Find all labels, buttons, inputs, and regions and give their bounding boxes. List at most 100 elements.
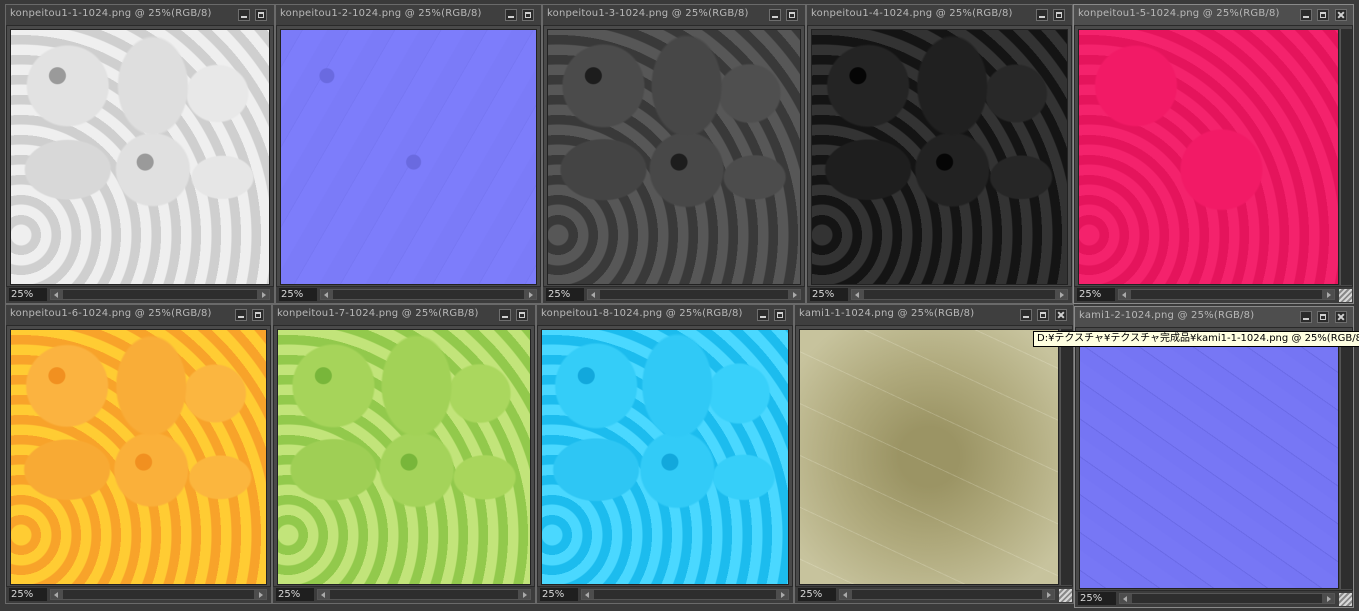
image-canvas[interactable]: [1078, 29, 1339, 285]
title-bar[interactable]: konpeitou1-7-1024.png @ 25%(RGB/8): [273, 305, 535, 326]
minimize-icon[interactable]: [1020, 309, 1032, 321]
resize-grip-icon[interactable]: [1339, 289, 1352, 302]
maximize-icon[interactable]: [522, 9, 534, 21]
maximize-icon[interactable]: [1053, 9, 1065, 21]
maximize-icon[interactable]: [516, 309, 528, 321]
document-window-8[interactable]: konpeitou1-8-1024.png @ 25%(RGB/8) 25%: [536, 304, 794, 604]
vertical-scrollbar[interactable]: [1340, 29, 1352, 285]
scroll-left-icon[interactable]: [1119, 290, 1131, 299]
horizontal-scrollbar[interactable]: [50, 589, 267, 600]
horizontal-scrollbar[interactable]: [587, 289, 801, 300]
title-bar[interactable]: konpeitou1-3-1024.png @ 25%(RGB/8): [543, 5, 805, 26]
scroll-left-icon[interactable]: [852, 290, 864, 299]
image-canvas[interactable]: [799, 329, 1059, 585]
scroll-left-icon[interactable]: [1120, 594, 1132, 603]
scroll-right-icon[interactable]: [518, 590, 530, 599]
horizontal-scrollbar[interactable]: [581, 589, 789, 600]
title-bar[interactable]: kami1-1-1024.png @ 25%(RGB/8): [795, 305, 1073, 326]
vertical-scrollbar[interactable]: [1060, 329, 1072, 585]
image-canvas[interactable]: [280, 29, 537, 285]
scroll-right-icon[interactable]: [776, 590, 788, 599]
maximize-icon[interactable]: [786, 9, 798, 21]
image-canvas[interactable]: [811, 29, 1068, 285]
horizontal-scrollbar[interactable]: [50, 289, 270, 300]
image-canvas[interactable]: [10, 329, 267, 585]
minimize-icon[interactable]: [757, 309, 769, 321]
zoom-field[interactable]: 25%: [1078, 592, 1116, 605]
minimize-icon[interactable]: [505, 9, 517, 21]
horizontal-scrollbar[interactable]: [1118, 289, 1335, 300]
zoom-field[interactable]: 25%: [276, 588, 314, 601]
image-canvas[interactable]: [541, 329, 789, 585]
title-bar[interactable]: konpeitou1-1-1024.png @ 25%(RGB/8): [6, 5, 274, 26]
document-window-5[interactable]: konpeitou1-5-1024.png @ 25%(RGB/8) 25%: [1073, 4, 1354, 304]
zoom-field[interactable]: 25%: [798, 588, 836, 601]
scroll-left-icon[interactable]: [51, 590, 63, 599]
minimize-icon[interactable]: [769, 9, 781, 21]
maximize-icon[interactable]: [1037, 309, 1049, 321]
minimize-icon[interactable]: [499, 309, 511, 321]
scroll-left-icon[interactable]: [318, 590, 330, 599]
scroll-left-icon[interactable]: [51, 290, 63, 299]
maximize-icon[interactable]: [252, 309, 264, 321]
resize-grip-icon[interactable]: [1339, 593, 1352, 606]
document-window-3[interactable]: konpeitou1-3-1024.png @ 25%(RGB/8) 25%: [542, 4, 806, 304]
close-icon[interactable]: [1335, 9, 1347, 21]
zoom-field[interactable]: 25%: [279, 288, 317, 301]
document-window-6[interactable]: konpeitou1-6-1024.png @ 25%(RGB/8) 25%: [5, 304, 272, 604]
image-canvas[interactable]: [277, 329, 531, 585]
zoom-field[interactable]: 25%: [540, 588, 578, 601]
close-icon[interactable]: [1335, 311, 1347, 323]
minimize-icon[interactable]: [235, 309, 247, 321]
document-window-7[interactable]: konpeitou1-7-1024.png @ 25%(RGB/8) 25%: [272, 304, 536, 604]
scroll-right-icon[interactable]: [1042, 590, 1054, 599]
scroll-left-icon[interactable]: [588, 290, 600, 299]
zoom-field[interactable]: 25%: [9, 588, 47, 601]
horizontal-scrollbar[interactable]: [320, 289, 537, 300]
minimize-icon[interactable]: [1036, 9, 1048, 21]
minimize-icon[interactable]: [1300, 9, 1312, 21]
title-bar[interactable]: kami1-2-1024.png @ 25%(RGB/8): [1075, 307, 1353, 328]
maximize-icon[interactable]: [1317, 9, 1329, 21]
scroll-right-icon[interactable]: [254, 590, 266, 599]
document-window-2[interactable]: konpeitou1-2-1024.png @ 25%(RGB/8) 25%: [275, 4, 542, 304]
window-title: konpeitou1-6-1024.png @ 25%(RGB/8): [10, 308, 212, 319]
scroll-left-icon[interactable]: [582, 590, 594, 599]
image-canvas[interactable]: [1079, 331, 1339, 589]
vertical-scrollbar[interactable]: [1340, 331, 1352, 589]
scroll-left-icon[interactable]: [840, 590, 852, 599]
zoom-field[interactable]: 25%: [810, 288, 848, 301]
title-bar[interactable]: konpeitou1-4-1024.png @ 25%(RGB/8): [807, 5, 1072, 26]
resize-grip-icon[interactable]: [1059, 589, 1072, 602]
title-bar[interactable]: konpeitou1-2-1024.png @ 25%(RGB/8): [276, 5, 541, 26]
image-canvas[interactable]: [10, 29, 270, 285]
title-bar[interactable]: konpeitou1-8-1024.png @ 25%(RGB/8): [537, 305, 793, 326]
scroll-left-icon[interactable]: [321, 290, 333, 299]
document-window-9[interactable]: kami1-1-1024.png @ 25%(RGB/8) 25%: [794, 304, 1074, 604]
close-icon[interactable]: [1055, 309, 1067, 321]
scroll-right-icon[interactable]: [1055, 290, 1067, 299]
document-window-10[interactable]: kami1-2-1024.png @ 25%(RGB/8) 25%: [1074, 306, 1354, 608]
minimize-icon[interactable]: [238, 9, 250, 21]
document-window-1[interactable]: konpeitou1-1-1024.png @ 25%(RGB/8) 25%: [5, 4, 275, 304]
horizontal-scrollbar[interactable]: [851, 289, 1068, 300]
maximize-icon[interactable]: [255, 9, 267, 21]
zoom-field[interactable]: 25%: [1077, 288, 1115, 301]
title-bar[interactable]: konpeitou1-6-1024.png @ 25%(RGB/8): [6, 305, 271, 326]
scroll-right-icon[interactable]: [1322, 594, 1334, 603]
scroll-right-icon[interactable]: [1322, 290, 1334, 299]
maximize-icon[interactable]: [774, 309, 786, 321]
horizontal-scrollbar[interactable]: [1119, 593, 1335, 604]
minimize-icon[interactable]: [1300, 311, 1312, 323]
zoom-field[interactable]: 25%: [9, 288, 47, 301]
document-window-4[interactable]: konpeitou1-4-1024.png @ 25%(RGB/8) 25%: [806, 4, 1073, 304]
scroll-right-icon[interactable]: [524, 290, 536, 299]
scroll-right-icon[interactable]: [257, 290, 269, 299]
zoom-field[interactable]: 25%: [546, 288, 584, 301]
horizontal-scrollbar[interactable]: [839, 589, 1055, 600]
image-canvas[interactable]: [547, 29, 801, 285]
scroll-right-icon[interactable]: [788, 290, 800, 299]
horizontal-scrollbar[interactable]: [317, 589, 531, 600]
title-bar[interactable]: konpeitou1-5-1024.png @ 25%(RGB/8): [1074, 5, 1353, 26]
maximize-icon[interactable]: [1317, 311, 1329, 323]
